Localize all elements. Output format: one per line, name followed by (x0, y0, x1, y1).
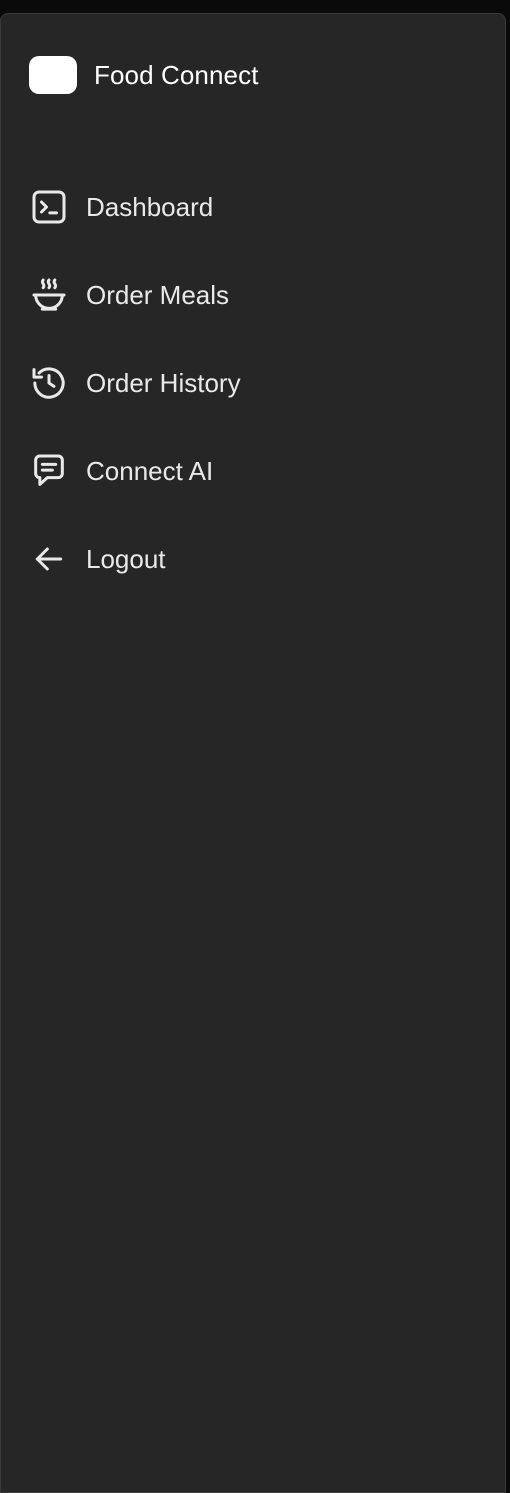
sidebar: Food Connect Dashboard Order Meals Order… (0, 13, 506, 1493)
message-square-text-icon (29, 451, 69, 491)
soup-bowl-icon (29, 275, 69, 315)
nav-item-dashboard[interactable]: Dashboard (29, 183, 469, 231)
nav-item-connect-ai[interactable]: Connect AI (29, 447, 469, 495)
nav-item-label: Connect AI (86, 455, 214, 486)
nav-item-logout[interactable]: Logout (29, 535, 469, 583)
nav-item-label: Order History (86, 367, 241, 398)
brand-name: Food Connect (94, 59, 259, 90)
nav-item-order-history[interactable]: Order History (29, 359, 469, 407)
brand-logo (29, 56, 77, 94)
terminal-square-icon (29, 187, 69, 227)
nav-item-label: Logout (86, 543, 166, 574)
brand[interactable]: Food Connect (29, 56, 259, 94)
nav-item-label: Dashboard (86, 191, 214, 222)
nav-item-label: Order Meals (86, 279, 230, 310)
arrow-left-icon (29, 539, 69, 579)
nav-item-order-meals[interactable]: Order Meals (29, 271, 469, 319)
history-icon (29, 363, 69, 403)
